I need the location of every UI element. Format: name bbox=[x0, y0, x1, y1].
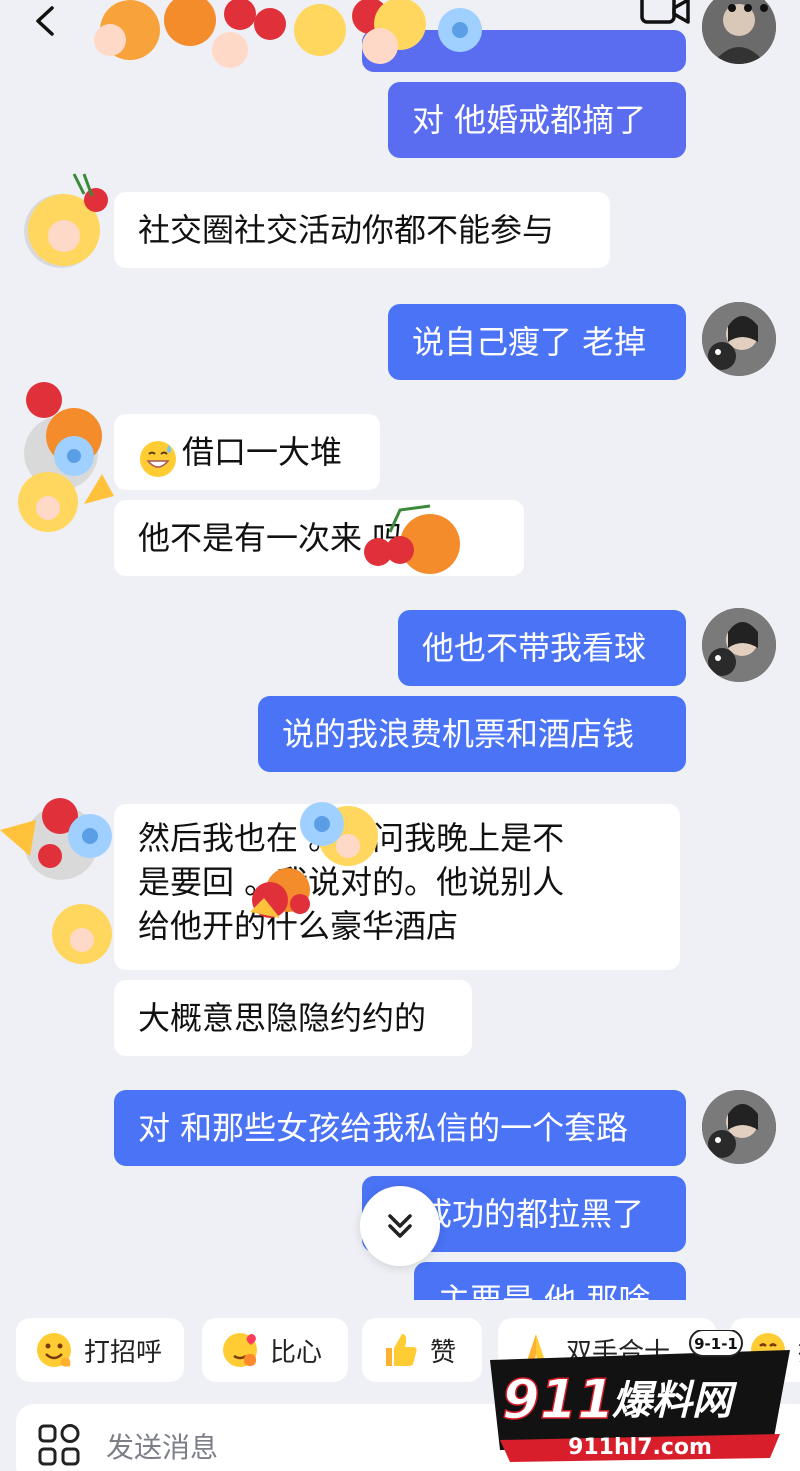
fruit-sticker-icon bbox=[364, 504, 460, 574]
chat-screen: 对 他婚戒都摘了 社交圈社交活动你都不能参与 说自己瘦了 老掉 借口一大堆 他不… bbox=[0, 0, 800, 1471]
watermark-url: 911hl7.com bbox=[568, 1435, 712, 1460]
message-line: 是要回 。我说对的。他说别人 bbox=[138, 863, 565, 901]
avatar[interactable] bbox=[702, 302, 776, 376]
finger-heart-emoji-icon bbox=[223, 1333, 257, 1367]
message-bubble-outgoing[interactable]: 他也不带我看球 bbox=[398, 610, 686, 686]
message-bubble-outgoing[interactable]: 说的我浪费机票和酒店钱 bbox=[258, 696, 686, 772]
message-bubble-outgoing[interactable]: 说自己瘦了 老掉 bbox=[388, 304, 686, 380]
quick-reply-label: 赞 bbox=[430, 1337, 457, 1368]
message-bubble-outgoing[interactable]: 对 他婚戒都摘了 bbox=[388, 82, 686, 158]
message-bubble-outgoing[interactable]: 对 和那些女孩给我私信的一个套路 bbox=[114, 1090, 686, 1166]
fruit-sticker-icon bbox=[250, 868, 310, 918]
watermark-badge: 9-1-1 bbox=[694, 1335, 738, 1353]
message-list[interactable]: 对 他婚戒都摘了 社交圈社交活动你都不能参与 说自己瘦了 老掉 借口一大堆 他不… bbox=[0, 0, 800, 1300]
more-options-icon[interactable] bbox=[726, 0, 770, 20]
double-chevron-down-icon bbox=[388, 1214, 412, 1238]
message-bubble-incoming[interactable]: 然后我也在 。他问我晚上是不 是要回 。我说对的。他说别人 给他开的什么豪华酒店 bbox=[114, 804, 680, 970]
quick-reply-label: 打招呼 bbox=[84, 1337, 163, 1368]
grin-sweat-emoji-icon bbox=[138, 430, 178, 477]
scroll-to-bottom-button[interactable] bbox=[360, 1186, 440, 1266]
fruit-sticker-icon bbox=[18, 382, 114, 532]
watermark-logo: 9-1-1 911 爆料网 911hl7.com bbox=[480, 1329, 800, 1471]
message-bubble-outgoing[interactable]: 主要是 他 那啥 bbox=[414, 1262, 686, 1300]
fruit-sticker-icon bbox=[28, 173, 108, 266]
avatar[interactable] bbox=[702, 1090, 776, 1164]
message-input-placeholder[interactable]: 发送消息 bbox=[106, 1426, 218, 1466]
message-bubble-incoming[interactable]: 他不是有一次来 吗。 bbox=[114, 500, 524, 576]
avatar[interactable] bbox=[702, 608, 776, 682]
apps-grid-icon[interactable] bbox=[36, 1422, 82, 1468]
quick-reply-wave[interactable]: 打招呼 bbox=[16, 1318, 184, 1382]
quick-reply-finger-heart[interactable]: 比心 bbox=[202, 1318, 348, 1382]
video-call-icon[interactable] bbox=[640, 0, 692, 26]
fruit-sticker-icon bbox=[0, 798, 112, 964]
message-line: 然后我也在 。他问我晚上是不 bbox=[138, 819, 565, 857]
message-bubble-incoming[interactable]: 借口一大堆 bbox=[114, 414, 380, 490]
message-line: 给他开的什么豪华酒店 bbox=[138, 907, 459, 945]
fruit-sticker-icon bbox=[300, 802, 378, 866]
message-bubble-incoming[interactable]: 大概意思隐隐约约的 bbox=[114, 980, 472, 1056]
wave-emoji-icon bbox=[37, 1333, 71, 1367]
message-text: 借口一大堆 bbox=[182, 433, 343, 471]
watermark-number: 911 bbox=[502, 1368, 615, 1431]
fruit-sticker-icon bbox=[94, 0, 482, 68]
back-arrow-icon[interactable] bbox=[30, 6, 64, 36]
message-bubble-incoming[interactable]: 社交圈社交活动你都不能参与 bbox=[114, 192, 610, 268]
thumbs-up-emoji-icon bbox=[386, 1334, 417, 1366]
watermark-brand-text: 爆料网 bbox=[612, 1378, 738, 1424]
quick-reply-label: 比心 bbox=[270, 1337, 323, 1368]
quick-reply-thumbs-up[interactable]: 赞 bbox=[362, 1318, 482, 1382]
